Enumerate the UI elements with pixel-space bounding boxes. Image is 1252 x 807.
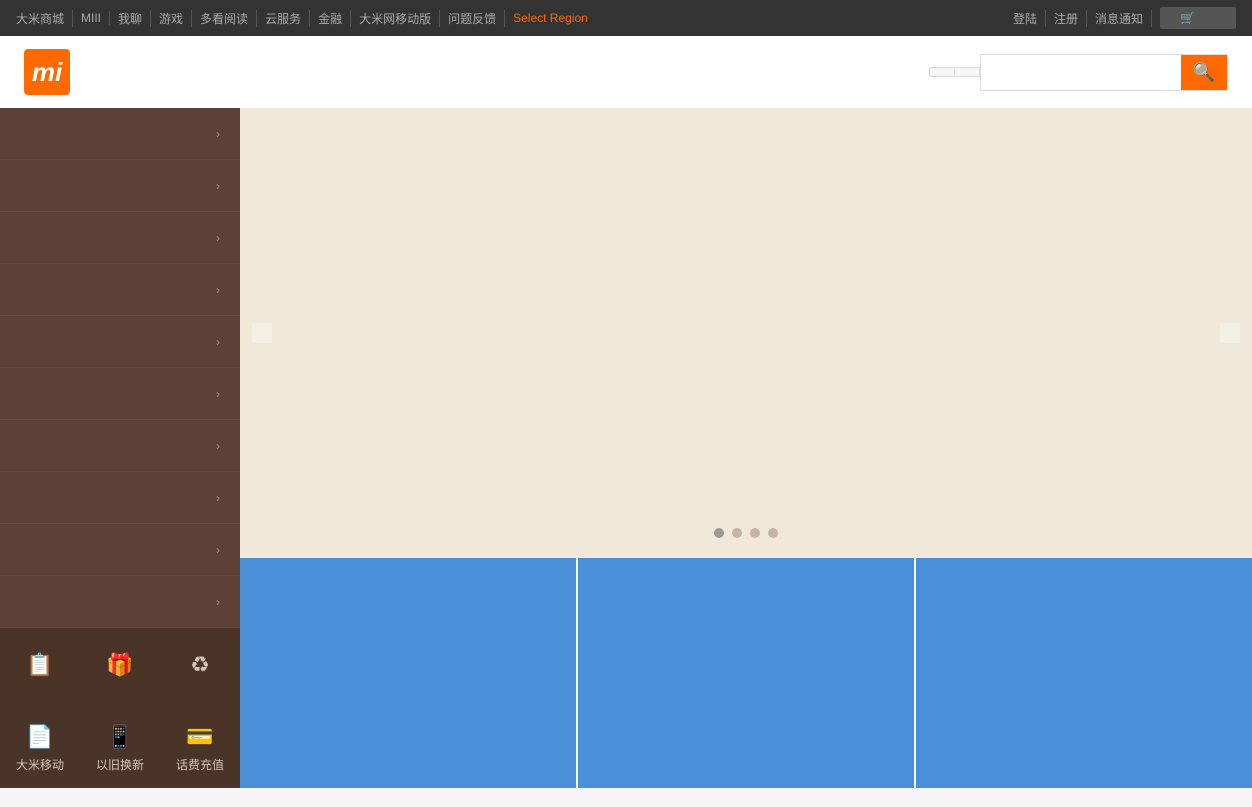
banner-prev-button[interactable] [252, 323, 272, 343]
sidebar-item-cases[interactable]: › [0, 420, 240, 472]
banner-next-button[interactable] [1220, 323, 1240, 343]
top-bar: 大米商城 MIII 我聊 游戏 多看阅读 云服务 金融 大米网移动版 问题反馈 … [0, 0, 1252, 36]
chevron-right-icon: › [216, 595, 220, 609]
chevron-right-icon: › [216, 491, 220, 505]
sidebar: › › › › › › › › [0, 108, 240, 788]
topbar-link-miii[interactable]: MIII [73, 11, 110, 25]
search-tag-ai-tv[interactable] [954, 67, 980, 77]
topbar-notification[interactable]: 消息通知 [1087, 10, 1152, 27]
sidebar-bottom-grid-2: 📄 大米移动 📱 以旧换新 💳 话费充值 [0, 708, 240, 788]
search-box: 🔍 [980, 54, 1228, 91]
sidebar-item-bags[interactable]: › [0, 524, 240, 576]
content-area [240, 108, 1252, 788]
banner-dot-1[interactable] [714, 528, 724, 538]
topbar-login[interactable]: 登陆 [1005, 10, 1046, 27]
picture-card-2[interactable] [578, 558, 914, 788]
topbar-link-damistore[interactable]: 大米商城 [16, 10, 73, 27]
sidebar-bottom-grid: 📋 🎁 ♻ [0, 628, 240, 708]
search-tags [929, 67, 980, 77]
search-icon: 🔍 [1193, 62, 1215, 83]
sidebar-bottom-item-5[interactable]: 📱 以旧换新 [80, 708, 160, 788]
topbar-link-finance[interactable]: 金融 [310, 10, 351, 27]
sidebar-bottom-item-4[interactable]: 📄 大米移动 [0, 708, 80, 788]
banner-dot-3[interactable] [750, 528, 760, 538]
sidebar-item-headphones[interactable]: › [0, 368, 240, 420]
sidebar-item-powerbank[interactable]: › [0, 316, 240, 368]
top-bar-left: 大米商城 MIII 我聊 游戏 多看阅读 云服务 金融 大米网移动版 问题反馈 … [16, 10, 596, 27]
sidebar-bottom: 📋 🎁 ♻ 📄 大米移动 📱 以旧换新 💳 话费充值 [0, 628, 240, 788]
sidebar-item-phone[interactable]: › [0, 108, 240, 160]
enterprise-icon: 🎁 [106, 652, 133, 678]
sidebar-item-cables[interactable]: › [0, 472, 240, 524]
sb-icon-5: 📱 [106, 724, 133, 750]
topbar-link-reading[interactable]: 多看阅读 [192, 10, 257, 27]
chevron-right-icon: › [216, 543, 220, 557]
picture-cards [240, 558, 1252, 788]
search-button[interactable]: 🔍 [1181, 55, 1227, 90]
cart-button[interactable]: 🛒 [1160, 7, 1236, 29]
topbar-link-woliao[interactable]: 我聊 [110, 10, 151, 27]
sb-icon-6: 💳 [186, 724, 213, 750]
banner-dots [714, 528, 778, 538]
picture-card-3[interactable] [916, 558, 1252, 788]
header: mi 🔍 [0, 36, 1252, 108]
sb-icon-4: 📄 [26, 724, 53, 750]
logo[interactable]: mi [24, 49, 70, 95]
chevron-right-icon: › [216, 179, 220, 193]
topbar-link-mobile[interactable]: 大米网移动版 [351, 10, 440, 27]
banner-dot-4[interactable] [768, 528, 778, 538]
sidebar-item-bunny[interactable]: › [0, 576, 240, 628]
chevron-right-icon: › [216, 387, 220, 401]
select-phone-icon: 📋 [26, 652, 53, 678]
sidebar-bottom-refurb[interactable]: ♻ [160, 628, 240, 708]
sb-label-6: 话费充值 [176, 756, 224, 773]
topbar-link-region[interactable]: Select Region [505, 11, 596, 25]
top-bar-right: 登陆 注册 消息通知 🛒 [1005, 7, 1236, 29]
refurb-icon: ♻ [190, 652, 210, 678]
search-tag-mix[interactable] [929, 67, 954, 77]
banner-area [240, 108, 1252, 558]
search-input[interactable] [981, 59, 1181, 86]
chevron-right-icon: › [216, 127, 220, 141]
logo-text: mi [32, 57, 62, 88]
chevron-right-icon: › [216, 283, 220, 297]
main-content: › › › › › › › › [0, 108, 1252, 788]
sb-label-4: 大米移动 [16, 756, 64, 773]
topbar-link-games[interactable]: 游戏 [151, 10, 192, 27]
sidebar-bottom-enterprise[interactable]: 🎁 [80, 628, 160, 708]
chevron-right-icon: › [216, 439, 220, 453]
sidebar-bottom-select-phone[interactable]: 📋 [0, 628, 80, 708]
picture-card-1[interactable] [240, 558, 576, 788]
topbar-link-feedback[interactable]: 问题反馈 [440, 10, 505, 27]
header-right: 🔍 [929, 54, 1228, 91]
cart-icon: 🛒 [1172, 11, 1204, 25]
topbar-link-cloud[interactable]: 云服务 [257, 10, 310, 27]
chevron-right-icon: › [216, 335, 220, 349]
chevron-right-icon: › [216, 231, 220, 245]
banner-dot-2[interactable] [732, 528, 742, 538]
topbar-register[interactable]: 注册 [1046, 10, 1087, 27]
sidebar-item-router[interactable]: › [0, 264, 240, 316]
sidebar-item-laptop[interactable]: › [0, 160, 240, 212]
sidebar-item-tvbox[interactable]: › [0, 212, 240, 264]
sidebar-bottom-item-6[interactable]: 💳 话费充值 [160, 708, 240, 788]
sb-label-5: 以旧换新 [96, 756, 144, 773]
